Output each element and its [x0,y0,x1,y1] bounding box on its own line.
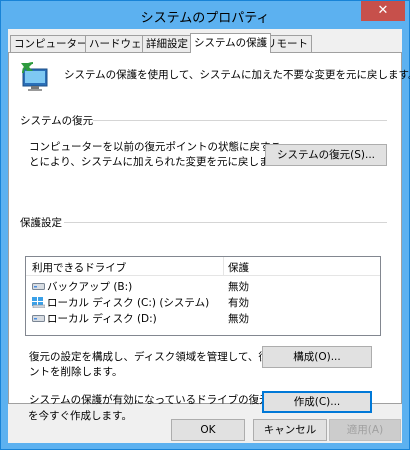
close-icon: ✕ [377,3,389,18]
create-desc-line2: を今すぐ作成します。 [28,410,132,422]
drive-icon [32,281,45,291]
tab-panel: システムの保護を使用して、システムに加えた不要な変更を元に戻します。 システムの… [8,52,410,413]
restore-desc-line1: コンピューターを以前の復元ポイントの状態に戻すこ [29,141,281,153]
protection-divider [64,222,387,223]
protection-heading: 保護設定 [20,217,62,229]
column-header-status[interactable]: 保護 [228,260,249,275]
close-button[interactable]: ✕ [361,1,405,21]
drive-status: 無効 [228,313,249,325]
configure-desc-line2: ントを削除します。 [29,366,123,378]
system-drive-icon [32,297,46,309]
restore-divider [93,120,387,121]
cancel-button[interactable]: キャンセル [253,419,327,441]
drive-name: ローカル ディスク (C:) (システム) [47,297,210,309]
drive-list-header: 利用できるドライブ 保護 [26,257,380,276]
drive-row[interactable]: ローカル ディスク (C:) (システム) 有効 [26,294,380,310]
drive-list[interactable]: 利用できるドライブ 保護 バックアップ (B:) 無効 ローカル ディスク (C… [25,256,381,336]
drive-row[interactable]: ローカル ディスク (D:) 無効 [26,310,380,326]
dialog-client: コンピューター名 ハードウェア 詳細設定 システムの保護 リモート システムの保… [8,29,410,443]
tab-system-protection[interactable]: システムの保護 [190,33,272,53]
system-restore-button[interactable]: システムの復元(S)... [265,144,387,166]
column-header-drive[interactable]: 利用できるドライブ [32,260,126,275]
restore-heading: システムの復元 [20,115,94,127]
ok-button[interactable]: OK [171,419,245,441]
system-protection-icon [19,59,53,93]
drive-status: 有効 [228,297,249,309]
window-title: システムのプロパティ [140,11,270,26]
title-bar[interactable]: システムのプロパティ ✕ [1,1,409,29]
apply-button[interactable]: 適用(A) [329,419,401,441]
drive-row[interactable]: バックアップ (B:) 無効 [26,278,380,294]
intro-text: システムの保護を使用して、システムに加えた不要な変更を元に戻します。 [64,69,410,81]
restore-desc-line2: とにより、システムに加えられた変更を元に戻します。 [29,156,290,168]
drive-name: ローカル ディスク (D:) [47,313,157,325]
drive-icon [32,313,45,323]
configure-desc-line1: 復元の設定を構成し、ディスク領域を管理して、復元ポイ [29,351,301,363]
create-button[interactable]: 作成(C)... [262,391,372,413]
configure-button[interactable]: 構成(O)... [262,346,372,368]
drive-status: 無効 [228,281,249,293]
drive-name: バックアップ (B:) [47,281,133,293]
tab-advanced[interactable]: 詳細設定 [142,35,192,52]
window: システムのプロパティ ✕ コンピューター名 ハードウェア 詳細設定 システムの保… [0,0,410,450]
column-separator[interactable] [223,257,224,275]
